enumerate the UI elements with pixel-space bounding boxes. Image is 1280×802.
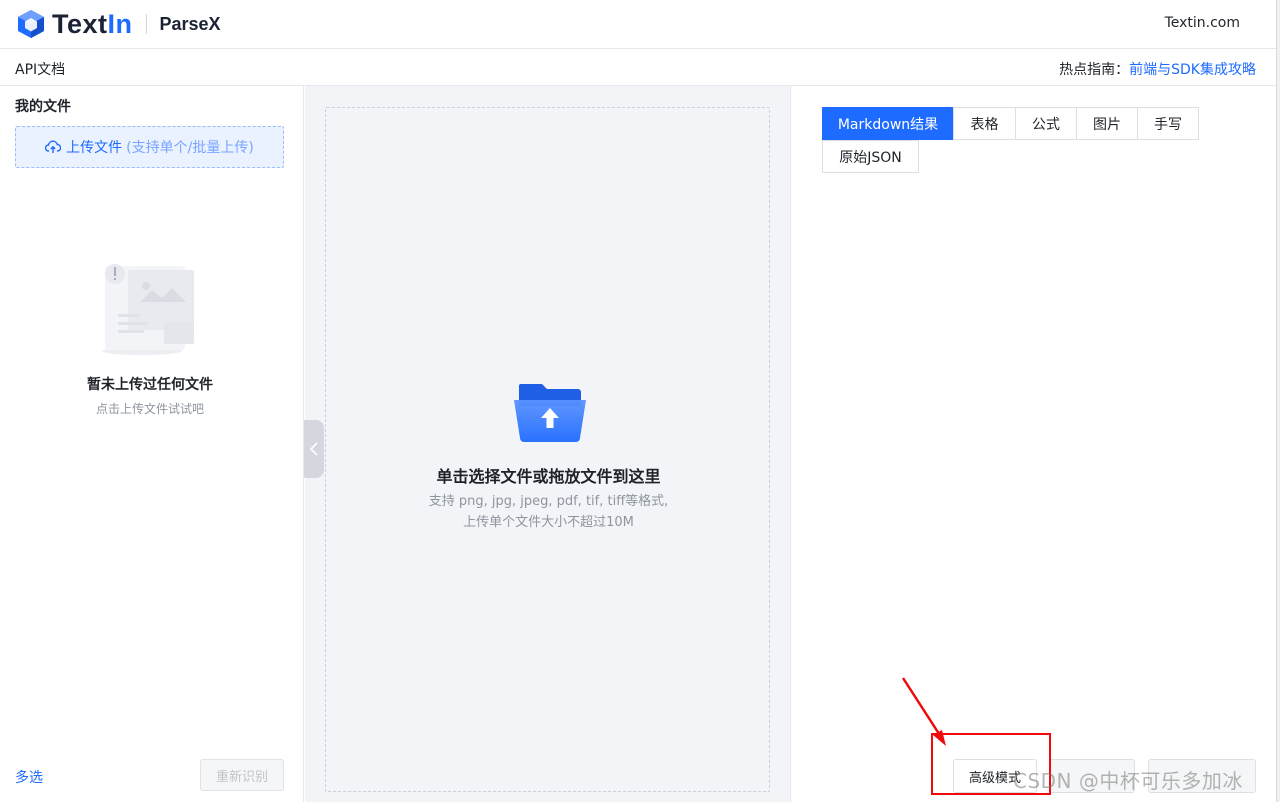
file-list-panel: 我的文件 上传文件 (支持单个/批量上传) 暂未上传过任何文件 点击上传文件试试… — [0, 86, 304, 802]
dropzone-formats: 支持 png, jpg, jpeg, pdf, tif, tiff等格式, — [428, 494, 669, 509]
hot-guide: 热点指南：前端与SDK集成攻略 — [1059, 59, 1256, 79]
cube-logo-icon — [18, 10, 44, 38]
logo-divider — [145, 14, 147, 34]
top-bar: TextIn ParseX Textin.com — [0, 0, 1276, 49]
tab-handwriting[interactable]: 手写 — [1137, 107, 1199, 140]
dropzone-title: 单击选择文件或拖放文件到这里 — [436, 467, 661, 486]
folder-upload-icon — [514, 384, 586, 442]
tab-markdown[interactable]: Markdown结果 — [822, 107, 954, 140]
dropzone-hint: 支持 png, jpg, jpeg, pdf, tif, tiff等格式, 上传… — [326, 491, 771, 533]
sub-bar: API文档 热点指南：前端与SDK集成攻略 — [0, 49, 1276, 86]
api-docs-link[interactable]: API文档 — [15, 59, 65, 79]
upload-file-button[interactable]: 上传文件 (支持单个/批量上传) — [15, 126, 284, 168]
hot-guide-label: 热点指南： — [1059, 62, 1130, 78]
result-panel: Markdown结果 表格 公式 图片 手写 原始JSON 高级模式 — [792, 86, 1276, 802]
my-files-title: 我的文件 — [15, 99, 71, 115]
re-recognize-button[interactable]: 重新识别 — [200, 759, 284, 791]
watermark: CSDN @中杯可乐多加冰 — [1013, 769, 1243, 793]
empty-state-title: 暂未上传过任何文件 — [87, 377, 213, 393]
collapse-panel-handle[interactable] — [304, 420, 324, 478]
site-link[interactable]: Textin.com — [1165, 15, 1240, 31]
logo[interactable]: TextIn ParseX — [16, 9, 221, 40]
cloud-upload-icon — [45, 140, 62, 153]
dropzone-size-limit: 上传单个文件大小不超过10M — [463, 515, 634, 530]
file-dropzone[interactable]: 单击选择文件或拖放文件到这里 支持 png, jpg, jpeg, pdf, t… — [325, 107, 770, 792]
empty-state-subtitle: 点击上传文件试试吧 — [95, 402, 204, 416]
upload-panel: 单击选择文件或拖放文件到这里 支持 png, jpg, jpeg, pdf, t… — [305, 86, 791, 802]
multi-select-link[interactable]: 多选 — [15, 767, 43, 787]
empty-document-icon — [102, 264, 194, 355]
upload-hint: (支持单个/批量上传) — [126, 140, 254, 156]
window-edge — [1276, 0, 1280, 802]
brand-name: TextIn — [52, 8, 133, 39]
tab-image[interactable]: 图片 — [1076, 107, 1138, 140]
upload-label: 上传文件 — [66, 140, 123, 156]
chevron-left-icon — [310, 442, 318, 456]
hot-guide-link[interactable]: 前端与SDK集成攻略 — [1129, 62, 1256, 78]
tab-table[interactable]: 表格 — [953, 107, 1016, 140]
product-name: ParseX — [159, 13, 221, 34]
tab-formula[interactable]: 公式 — [1015, 107, 1077, 140]
tab-raw-json[interactable]: 原始JSON — [822, 140, 919, 173]
